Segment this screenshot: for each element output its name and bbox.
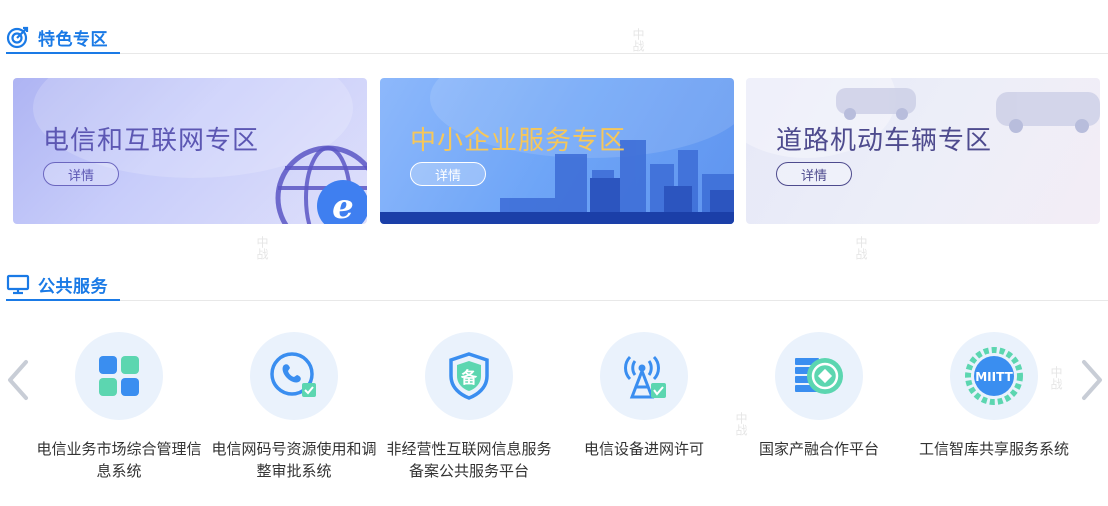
shield-filing-icon: 备 [449, 352, 489, 400]
chevron-left-icon [8, 360, 28, 400]
service-name: 电信业务市场综合管理信息系统 [36, 440, 202, 480]
details-button[interactable]: 详情 [776, 162, 852, 186]
service-item-telecom-market[interactable]: 电信业务市场综合管理信息系统 [31, 332, 207, 482]
target-icon [6, 25, 30, 49]
watermark: 中战 [734, 412, 748, 436]
banner-telecom-internet[interactable]: e 电信和互联网专区 详情 [13, 78, 367, 224]
service-name: 国家产融合作平台 [758, 440, 879, 458]
banner-road-vehicles[interactable]: 道路机动车辆专区 详情 [746, 78, 1100, 224]
monitor-icon [6, 272, 30, 296]
public-title-label: 公共服务 [38, 276, 108, 297]
miitt-logo-text: MIITT [975, 370, 1013, 384]
service-icon-circle [775, 332, 863, 420]
watermark: 中战 [631, 28, 645, 52]
watermark: 中战 [1049, 366, 1063, 390]
service-name: 非经营性互联网信息服务备案公共服务平台 [386, 440, 552, 480]
service-item-industry-finance[interactable]: 国家产融合作平台 [731, 332, 907, 460]
service-name: 电信网码号资源使用和调整审批系统 [211, 440, 377, 480]
coin-stack-icon [795, 358, 843, 394]
phone-icon [270, 352, 316, 397]
miitt-gear-icon: MIITT [965, 347, 1023, 405]
public-section-title: 公共服务 [6, 269, 120, 301]
carousel-prev-button[interactable] [6, 358, 30, 402]
service-name: 电信设备进网许可 [583, 440, 704, 458]
service-icon-circle: 备 [425, 332, 513, 420]
featured-section-title: 特色专区 [6, 22, 120, 54]
public-section-header: 公共服务 [6, 269, 1108, 301]
featured-section-header: 特色专区 [6, 22, 1108, 54]
service-item-think-tank[interactable]: MIITT 工信智库共享服务系统 [906, 332, 1082, 460]
banner-title: 电信和互联网专区 [43, 126, 260, 156]
banner-title: 中小企业服务专区 [410, 126, 627, 156]
service-icon-circle [600, 332, 688, 420]
service-icon-circle: MIITT [950, 332, 1038, 420]
service-item-icp-filing[interactable]: 备 非经营性互联网信息服务备案公共服务平台 [381, 332, 557, 482]
service-item-device-license[interactable]: 电信设备进网许可 [556, 332, 732, 460]
details-button[interactable]: 详情 [43, 162, 119, 186]
watermark: 中战 [854, 236, 868, 260]
service-icon-circle [75, 332, 163, 420]
service-icon-circle [250, 332, 338, 420]
chevron-right-icon [1082, 360, 1102, 400]
shield-filing-text: 备 [460, 368, 478, 387]
carousel-next-button[interactable] [1080, 358, 1104, 402]
watermark: 中战 [255, 236, 269, 260]
banner-sme-services[interactable]: 中小企业服务专区 详情 [380, 78, 734, 224]
featured-title-label: 特色专区 [38, 29, 108, 50]
service-name: 工信智库共享服务系统 [918, 440, 1069, 458]
grid-apps-icon [99, 356, 139, 396]
service-item-number-resources[interactable]: 电信网码号资源使用和调整审批系统 [206, 332, 382, 482]
details-button[interactable]: 详情 [410, 162, 486, 186]
svg-text:e: e [332, 187, 354, 224]
antenna-tower-icon [624, 355, 666, 399]
banner-title: 道路机动车辆专区 [776, 126, 993, 156]
